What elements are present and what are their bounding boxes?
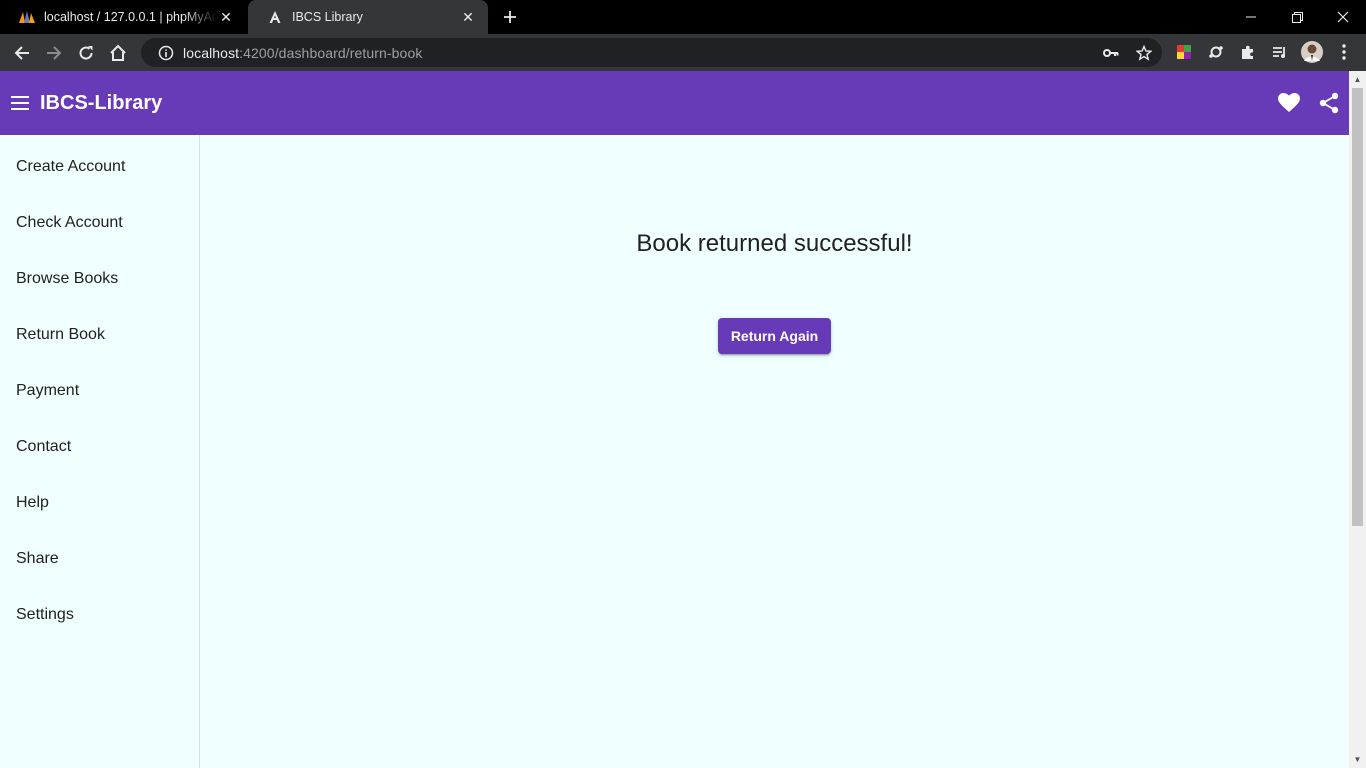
tab-title: localhost / 127.0.0.1 | phpMyAdmin	[44, 10, 218, 24]
browser-tab-strip: localhost / 127.0.0.1 | phpMyAdmin ✕ IBC…	[0, 0, 1366, 34]
extension-cycle-icon[interactable]	[1202, 38, 1230, 66]
reload-icon[interactable]	[72, 39, 100, 67]
phpmyadmin-icon	[18, 8, 36, 26]
nav-item-create-account[interactable]: Create Account	[0, 143, 199, 191]
page-scrollbar[interactable]: ▲ ▼	[1349, 71, 1366, 768]
browser-menu-icon[interactable]	[1330, 38, 1358, 66]
extensions-puzzle-icon[interactable]	[1234, 38, 1262, 66]
browser-tab-phpmyadmin[interactable]: localhost / 127.0.0.1 | phpMyAdmin ✕	[0, 0, 246, 34]
nav-item-check-account[interactable]: Check Account	[0, 199, 199, 247]
minimize-icon[interactable]	[1228, 0, 1274, 34]
nav-item-contact[interactable]: Contact	[0, 423, 199, 471]
extension-colorful-icon[interactable]	[1170, 38, 1198, 66]
angular-icon	[266, 8, 284, 26]
scrollbar-thumb[interactable]	[1352, 88, 1363, 526]
main-content: Book returned successful! Return Again	[200, 135, 1349, 768]
address-bar[interactable]: localhost:4200/dashboard/return-book	[141, 38, 1162, 67]
nav-item-return-book[interactable]: Return Book	[0, 311, 199, 359]
nav-item-browse-books[interactable]: Browse Books	[0, 255, 199, 303]
restore-icon[interactable]	[1274, 0, 1320, 34]
app-title: IBCS-Library	[40, 92, 163, 114]
app-toolbar: IBCS-Library	[0, 71, 1349, 135]
nav-item-help[interactable]: Help	[0, 479, 199, 527]
site-info-icon[interactable]	[147, 45, 177, 61]
nav-item-share[interactable]: Share	[0, 535, 199, 583]
nav-item-settings[interactable]: Settings	[0, 591, 199, 639]
tab-close-icon[interactable]: ✕	[460, 9, 476, 25]
url-text: localhost:4200/dashboard/return-book	[183, 45, 422, 61]
return-again-button[interactable]: Return Again	[718, 318, 831, 354]
success-message: Book returned successful!	[636, 230, 913, 257]
profile-avatar-icon[interactable]	[1298, 38, 1326, 66]
close-window-icon[interactable]	[1320, 0, 1366, 34]
tab-title: IBCS Library	[292, 10, 363, 24]
back-arrow-icon[interactable]	[8, 39, 36, 67]
nav-item-payment[interactable]: Payment	[0, 367, 199, 415]
media-queue-icon[interactable]	[1266, 38, 1294, 66]
home-icon[interactable]	[104, 39, 132, 67]
app-viewport: IBCS-Library Create Account Check Accoun…	[0, 71, 1349, 768]
bookmark-star-icon[interactable]	[1130, 38, 1158, 67]
heart-icon[interactable]	[1276, 91, 1302, 115]
key-icon[interactable]	[1097, 38, 1125, 67]
side-navigation: Create Account Check Account Browse Book…	[0, 135, 200, 768]
tab-close-icon[interactable]: ✕	[218, 9, 234, 25]
new-tab-plus-icon[interactable]	[498, 5, 522, 29]
share-icon[interactable]	[1316, 91, 1342, 115]
url-host: localhost	[183, 44, 240, 61]
url-path: :4200/dashboard/return-book	[239, 44, 423, 61]
forward-arrow-icon[interactable]	[40, 39, 68, 67]
browser-tab-ibcs-library[interactable]: IBCS Library ✕	[248, 0, 488, 34]
scroll-down-arrow-icon[interactable]: ▼	[1349, 751, 1366, 768]
scroll-up-arrow-icon[interactable]: ▲	[1349, 71, 1366, 88]
hamburger-menu-icon[interactable]	[8, 91, 32, 115]
